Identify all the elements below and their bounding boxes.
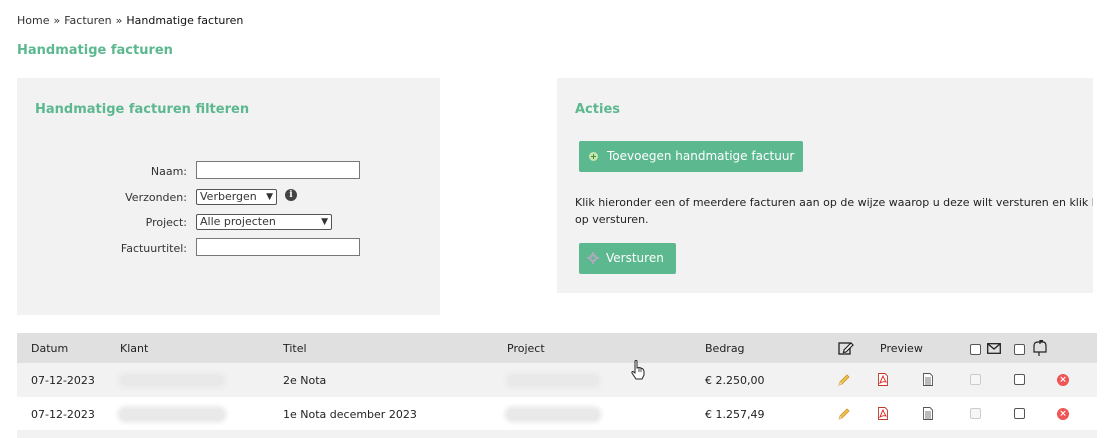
actions-description: Klik hieronder een of meerdere facturen … bbox=[575, 194, 1093, 228]
actions-panel: Acties + Toevoegen handmatige factuur Kli… bbox=[557, 78, 1093, 293]
chevron-down-icon: ▼ bbox=[266, 192, 273, 202]
add-invoice-button[interactable]: + Toevoegen handmatige factuur bbox=[579, 141, 803, 172]
naam-label: Naam: bbox=[150, 165, 187, 178]
factuurtitel-label: Factuurtitel: bbox=[120, 242, 187, 255]
table-row[interactable]: 07-12-2023 1e Nota december 2023 € 1.257… bbox=[17, 397, 1097, 431]
project-redacted bbox=[507, 375, 599, 386]
mail-checkbox[interactable] bbox=[970, 408, 981, 419]
verzonden-label: Verzonden: bbox=[125, 191, 187, 204]
col-klant[interactable]: Klant bbox=[120, 342, 148, 355]
table-row[interactable]: 07-12-2023 2e Nota € 2.250,00 × bbox=[17, 363, 1097, 397]
cell-bedrag: € 2.250,00 bbox=[705, 374, 765, 387]
col-preview: Preview bbox=[880, 342, 923, 355]
mail-icon bbox=[987, 343, 1001, 354]
col-bedrag[interactable]: Bedrag bbox=[705, 342, 745, 355]
factuurtitel-input[interactable] bbox=[196, 238, 360, 256]
pencil-icon[interactable] bbox=[837, 373, 851, 387]
delete-icon[interactable]: × bbox=[1057, 408, 1069, 420]
table-header: Datum Klant Titel Project Bedrag Preview bbox=[17, 333, 1097, 363]
cell-datum: 07-12-2023 bbox=[31, 408, 95, 421]
table-footer bbox=[17, 430, 1097, 438]
col-titel[interactable]: Titel bbox=[283, 342, 307, 355]
cursor-icon bbox=[631, 360, 645, 380]
actions-panel-title: Acties bbox=[575, 102, 620, 117]
post-checkbox[interactable] bbox=[1014, 374, 1025, 385]
filter-row-verzonden: Verzonden: Verbergen ▼ i bbox=[17, 187, 440, 209]
project-label: Project: bbox=[145, 216, 187, 229]
post-checkbox[interactable] bbox=[1014, 408, 1025, 419]
edit-icon bbox=[838, 342, 854, 355]
info-icon[interactable]: i bbox=[285, 189, 297, 201]
pencil-icon[interactable] bbox=[837, 407, 851, 421]
breadcrumb-home[interactable]: Home bbox=[17, 14, 49, 27]
document-icon[interactable] bbox=[923, 407, 933, 420]
mailbox-icon bbox=[1033, 340, 1047, 356]
mail-checkbox[interactable] bbox=[970, 374, 981, 385]
project-select-value: Alle projecten bbox=[200, 215, 276, 228]
verzonden-select[interactable]: Verbergen ▼ bbox=[196, 189, 277, 205]
pdf-icon[interactable] bbox=[878, 407, 888, 420]
document-icon[interactable] bbox=[923, 373, 933, 386]
col-datum[interactable]: Datum bbox=[31, 342, 68, 355]
breadcrumb-separator: » bbox=[115, 14, 123, 27]
add-invoice-label: Toevoegen handmatige factuur bbox=[607, 149, 795, 163]
gear-icon bbox=[587, 252, 599, 264]
cell-datum: 07-12-2023 bbox=[31, 374, 95, 387]
actions-description-line2: op versturen. bbox=[575, 213, 649, 226]
chevron-down-icon: ▼ bbox=[321, 217, 328, 227]
naam-input[interactable] bbox=[196, 161, 360, 179]
select-all-mail-checkbox[interactable] bbox=[970, 344, 981, 355]
project-select[interactable]: Alle projecten ▼ bbox=[196, 214, 332, 230]
klant-redacted bbox=[120, 375, 224, 386]
page-title: Handmatige facturen bbox=[17, 43, 173, 58]
breadcrumb-separator: » bbox=[53, 14, 61, 27]
filter-panel: Handmatige facturen filteren Naam: Verzo… bbox=[17, 78, 440, 315]
col-project[interactable]: Project bbox=[507, 342, 545, 355]
send-label: Versturen bbox=[606, 251, 664, 265]
cell-titel: 1e Nota december 2023 bbox=[283, 408, 417, 421]
cell-bedrag: € 1.257,49 bbox=[705, 408, 765, 421]
filter-row-factuurtitel: Factuurtitel: bbox=[17, 238, 440, 260]
filter-row-naam: Naam: bbox=[17, 161, 440, 183]
breadcrumb-facturen[interactable]: Facturen bbox=[64, 14, 111, 27]
verzonden-select-value: Verbergen bbox=[200, 190, 257, 203]
filter-row-project: Project: Alle projecten ▼ bbox=[17, 212, 440, 234]
project-redacted bbox=[507, 409, 599, 420]
send-button[interactable]: Versturen bbox=[579, 243, 676, 274]
plus-icon: + bbox=[589, 152, 598, 161]
breadcrumb-current: Handmatige facturen bbox=[126, 14, 244, 27]
select-all-post-checkbox[interactable] bbox=[1014, 344, 1025, 355]
pdf-icon[interactable] bbox=[878, 373, 888, 386]
delete-icon[interactable]: × bbox=[1057, 374, 1069, 386]
cell-titel: 2e Nota bbox=[283, 374, 327, 387]
actions-description-line1: Klik hieronder een of meerdere facturen … bbox=[575, 196, 1093, 209]
breadcrumb: Home» Facturen» Handmatige facturen bbox=[17, 14, 243, 27]
klant-redacted bbox=[120, 409, 224, 420]
filter-panel-title: Handmatige facturen filteren bbox=[35, 102, 250, 117]
